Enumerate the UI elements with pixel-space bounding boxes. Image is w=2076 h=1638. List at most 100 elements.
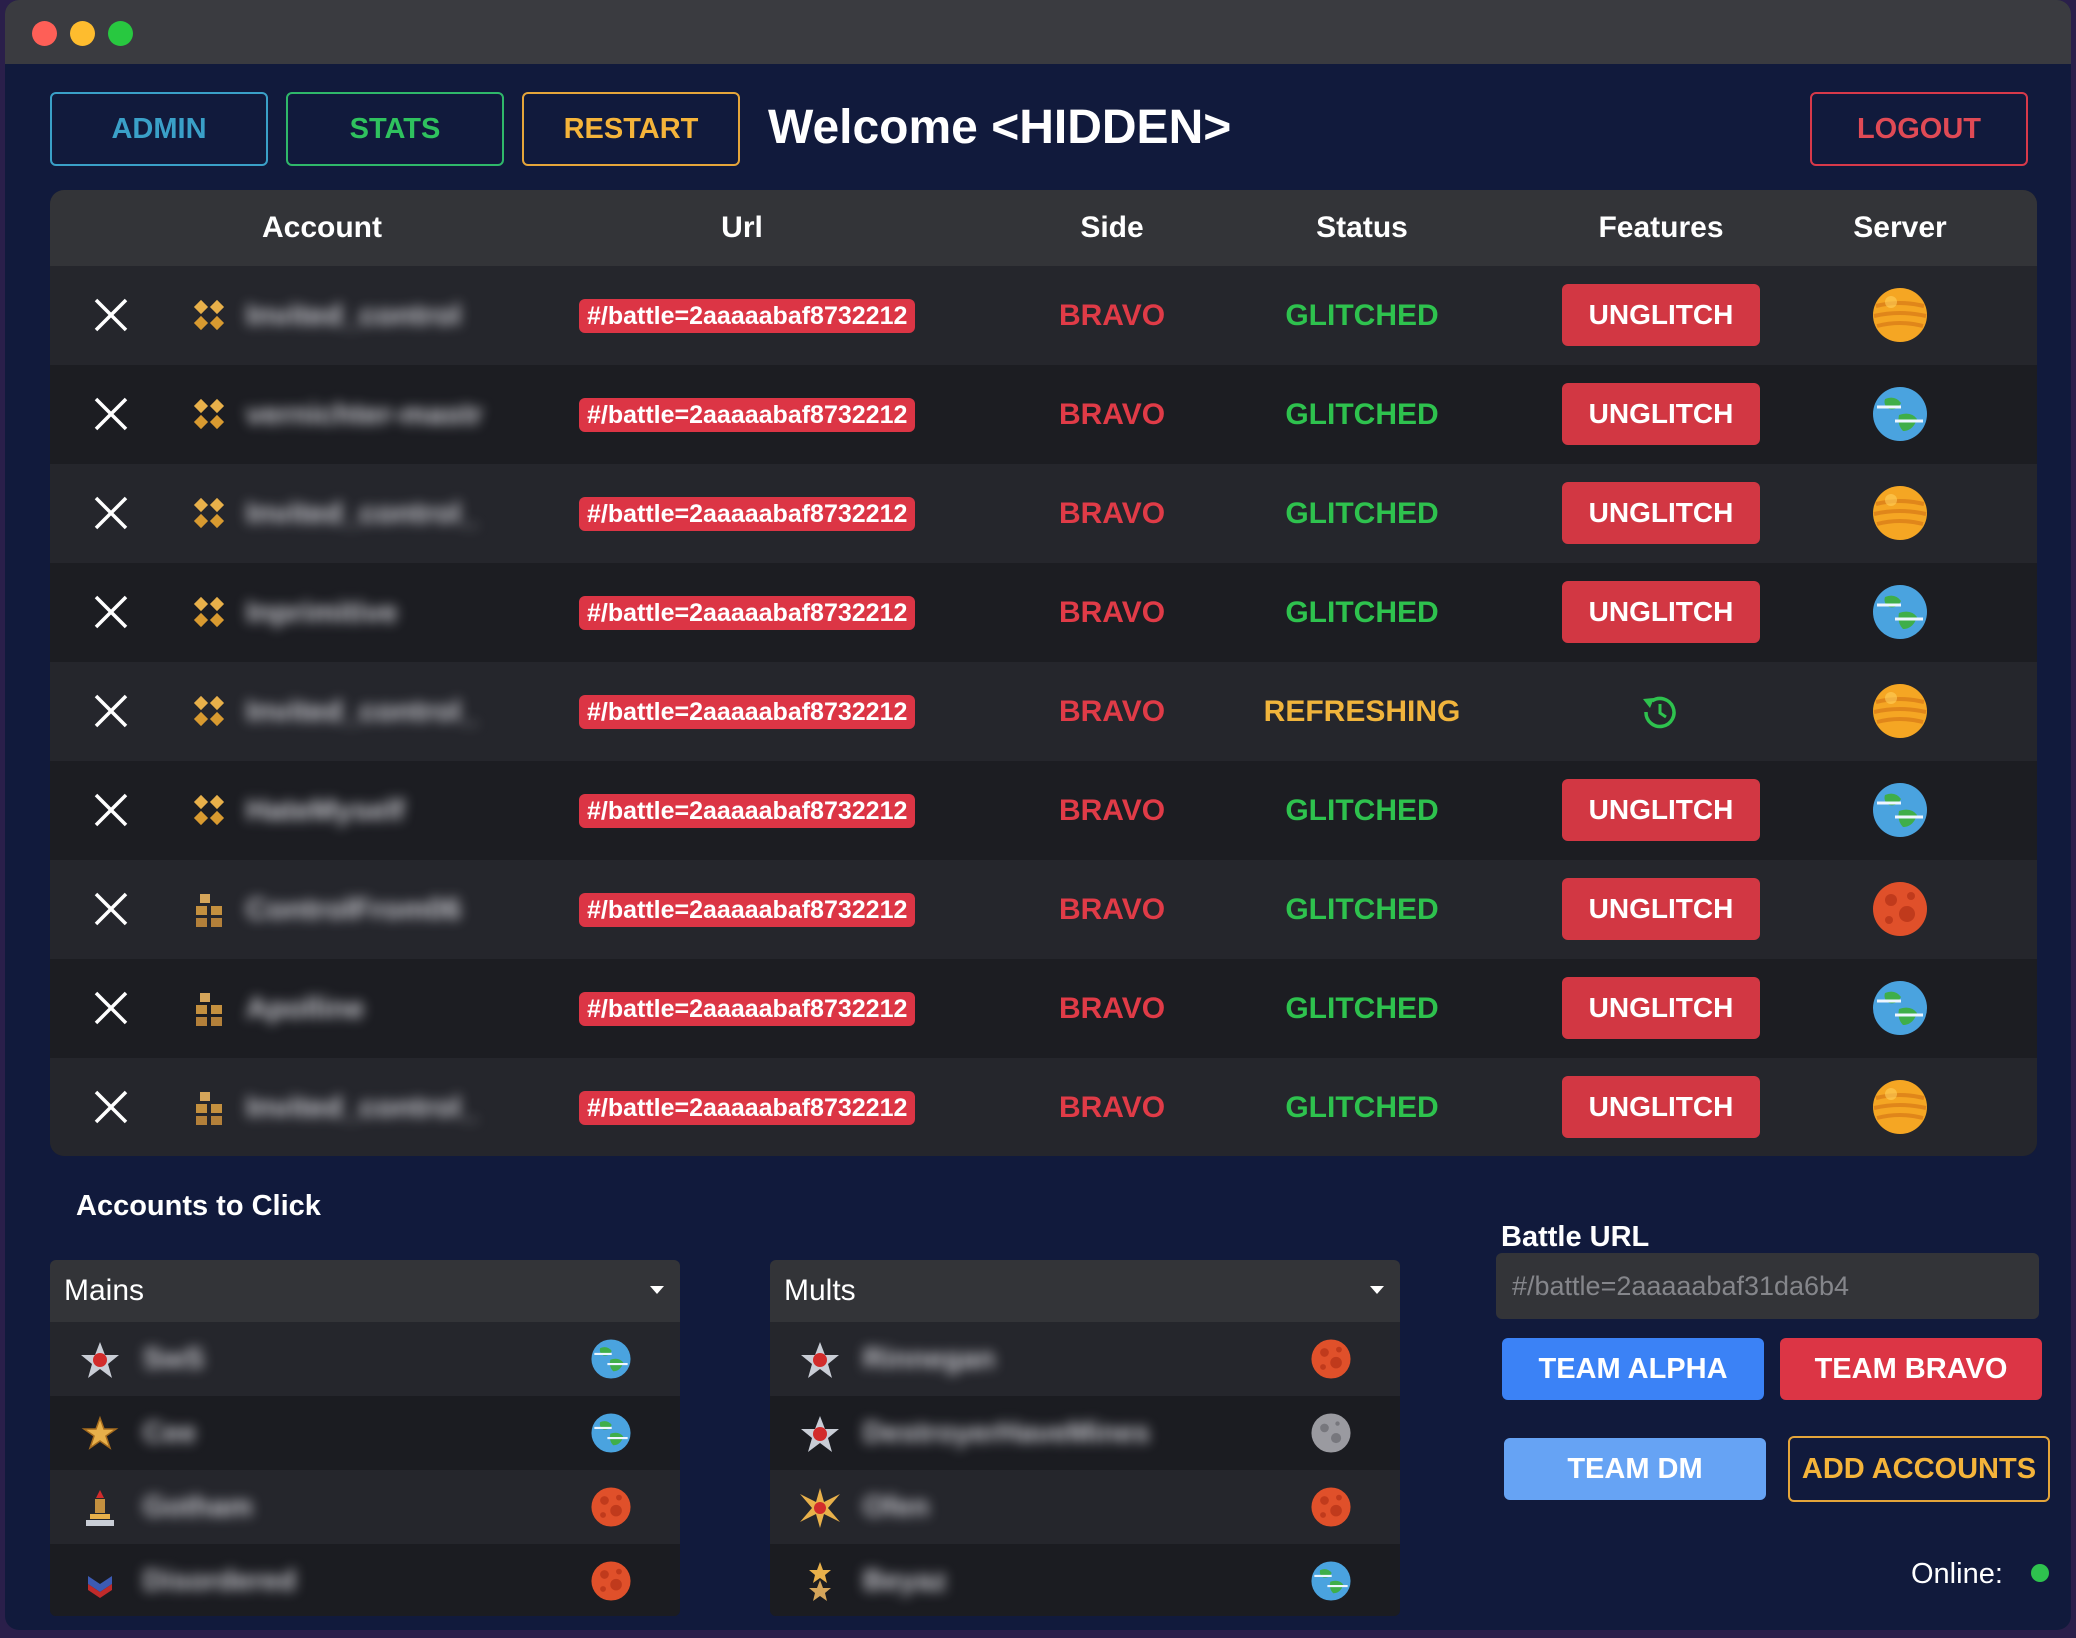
add-accounts-button[interactable]: ADD ACCOUNTS [1788, 1436, 2050, 1502]
remove-account-icon[interactable] [90, 888, 132, 930]
bronze-rank-icon [192, 989, 228, 1029]
red-star-rank-icon [798, 1412, 842, 1456]
gold-rank-icon [192, 692, 228, 732]
close-window-button[interactable] [32, 21, 57, 46]
battle-url-link[interactable]: #/battle=2aaaaabaf8732212 [579, 596, 916, 630]
account-name: ControlFrom06 [246, 893, 462, 926]
remove-account-icon[interactable] [90, 591, 132, 633]
table-row: HateMyself #/battle=2aaaaabaf8732212 BRA… [50, 761, 2037, 860]
list-item[interactable]: DestroyerHaveMines [770, 1396, 1400, 1470]
account-name: Disordered [143, 1565, 297, 1597]
online-label: Online: [1911, 1558, 2003, 1590]
status-label: GLITCHED [1285, 596, 1439, 629]
team-dm-button[interactable]: TEAM DM [1504, 1438, 1766, 1500]
earth-server-icon [1871, 385, 1929, 443]
battle-url-link[interactable]: #/battle=2aaaaabaf8732212 [579, 299, 916, 333]
battle-url-link[interactable]: #/battle=2aaaaabaf8732212 [579, 794, 916, 828]
account-name: Apolline [246, 992, 365, 1025]
battle-url-link[interactable]: #/battle=2aaaaabaf8732212 [579, 497, 916, 531]
unglitch-button[interactable]: UNGLITCH [1562, 977, 1760, 1039]
status-label: GLITCHED [1285, 299, 1439, 332]
minimize-window-button[interactable] [70, 21, 95, 46]
list-item[interactable]: Rinnegan [770, 1322, 1400, 1396]
mars-server-icon [1871, 880, 1929, 938]
side-label: BRAVO [1058, 596, 1166, 629]
remove-account-icon[interactable] [90, 1086, 132, 1128]
double-star-rank-icon [798, 1560, 842, 1604]
remove-account-icon[interactable] [90, 987, 132, 1029]
sun-server-icon [1871, 1078, 1929, 1136]
battle-url-link[interactable]: #/battle=2aaaaabaf8732212 [579, 695, 916, 729]
list-item[interactable]: Cee [50, 1396, 680, 1470]
list-item[interactable]: SwS [50, 1322, 680, 1396]
list-item[interactable]: Gotham [50, 1470, 680, 1544]
remove-account-icon[interactable] [90, 393, 132, 435]
table-row: Invited_control_ #/battle=2aaaaabaf87322… [50, 1058, 2037, 1156]
battle-url-input[interactable] [1496, 1253, 2039, 1319]
chevron-rank-icon [78, 1560, 122, 1604]
list-item[interactable]: Beyaz [770, 1544, 1400, 1616]
status-label: GLITCHED [1285, 398, 1439, 431]
trophy-rank-icon [78, 1486, 122, 1530]
side-label: BRAVO [1058, 1091, 1166, 1124]
team-bravo-button[interactable]: TEAM BRAVO [1780, 1338, 2042, 1400]
column-header-server: Server [1853, 211, 1947, 244]
battle-url-link[interactable]: #/battle=2aaaaabaf8732212 [579, 992, 916, 1026]
unglitch-button[interactable]: UNGLITCH [1562, 878, 1760, 940]
remove-account-icon[interactable] [90, 492, 132, 534]
restart-button[interactable]: RESTART [522, 92, 740, 166]
battle-url-link[interactable]: #/battle=2aaaaabaf8732212 [579, 893, 916, 927]
account-name: Beyaz [863, 1565, 947, 1597]
unglitch-button[interactable]: UNGLITCH [1562, 482, 1760, 544]
account-name: Inprimitive [246, 596, 398, 629]
table-row: Inprimitive #/battle=2aaaaabaf8732212 BR… [50, 563, 2037, 662]
stats-button[interactable]: STATS [286, 92, 504, 166]
unglitch-button[interactable]: UNGLITCH [1562, 284, 1760, 346]
account-name: Ofen [863, 1491, 930, 1523]
account-name: vernichter-mastr [246, 398, 483, 431]
mults-dropdown-header[interactable]: Mults [770, 1260, 1400, 1322]
account-name: HateMyself [246, 794, 405, 827]
sun-server-icon [1871, 682, 1929, 740]
unglitch-button[interactable]: UNGLITCH [1562, 1076, 1760, 1138]
refresh-icon [1637, 689, 1683, 735]
logout-button[interactable]: LOGOUT [1810, 92, 2028, 166]
table-row: Invited_control_ #/battle=2aaaaabaf87322… [50, 662, 2037, 761]
battle-url-link[interactable]: #/battle=2aaaaabaf8732212 [579, 1091, 916, 1125]
side-label: BRAVO [1058, 497, 1166, 530]
welcome-title: Welcome <HIDDEN> [768, 101, 1232, 154]
chevron-down-icon [650, 1286, 664, 1294]
list-item[interactable]: Ofen [770, 1470, 1400, 1544]
bronze-rank-icon [192, 1088, 228, 1128]
unglitch-button[interactable]: UNGLITCH [1562, 581, 1760, 643]
team-alpha-button[interactable]: TEAM ALPHA [1502, 1338, 1764, 1400]
remove-account-icon[interactable] [90, 690, 132, 732]
remove-account-icon[interactable] [90, 294, 132, 336]
list-item[interactable]: Disordered [50, 1544, 680, 1616]
battle-url-label: Battle URL [1501, 1221, 1650, 1253]
unglitch-button[interactable]: UNGLITCH [1562, 383, 1760, 445]
mars-server-icon [590, 1486, 632, 1528]
chevron-down-icon [1370, 1286, 1384, 1294]
gold-rank-icon [192, 395, 228, 435]
mults-dropdown-label: Mults [784, 1274, 856, 1307]
battle-url-link[interactable]: #/battle=2aaaaabaf8732212 [579, 398, 916, 432]
starburst-rank-icon [798, 1486, 842, 1530]
mars-server-icon [590, 1560, 632, 1602]
earth-server-icon [590, 1412, 632, 1454]
column-header-side: Side [1080, 211, 1144, 244]
online-status-dot [2031, 1564, 2049, 1582]
mains-dropdown-header[interactable]: Mains [50, 1260, 680, 1322]
admin-button[interactable]: ADMIN [50, 92, 268, 166]
unglitch-button[interactable]: UNGLITCH [1562, 779, 1760, 841]
account-name: Invited_control [246, 299, 462, 332]
mars-server-icon [1310, 1486, 1352, 1528]
side-label: BRAVO [1058, 398, 1166, 431]
status-label: GLITCHED [1285, 794, 1439, 827]
account-name: Invited_control_ [246, 497, 478, 530]
earth-server-icon [1871, 979, 1929, 1037]
table-header: Account Url Side Status Features Server [50, 190, 2037, 266]
maximize-window-button[interactable] [108, 21, 133, 46]
table-row: Invited_control_ #/battle=2aaaaabaf87322… [50, 464, 2037, 563]
remove-account-icon[interactable] [90, 789, 132, 831]
